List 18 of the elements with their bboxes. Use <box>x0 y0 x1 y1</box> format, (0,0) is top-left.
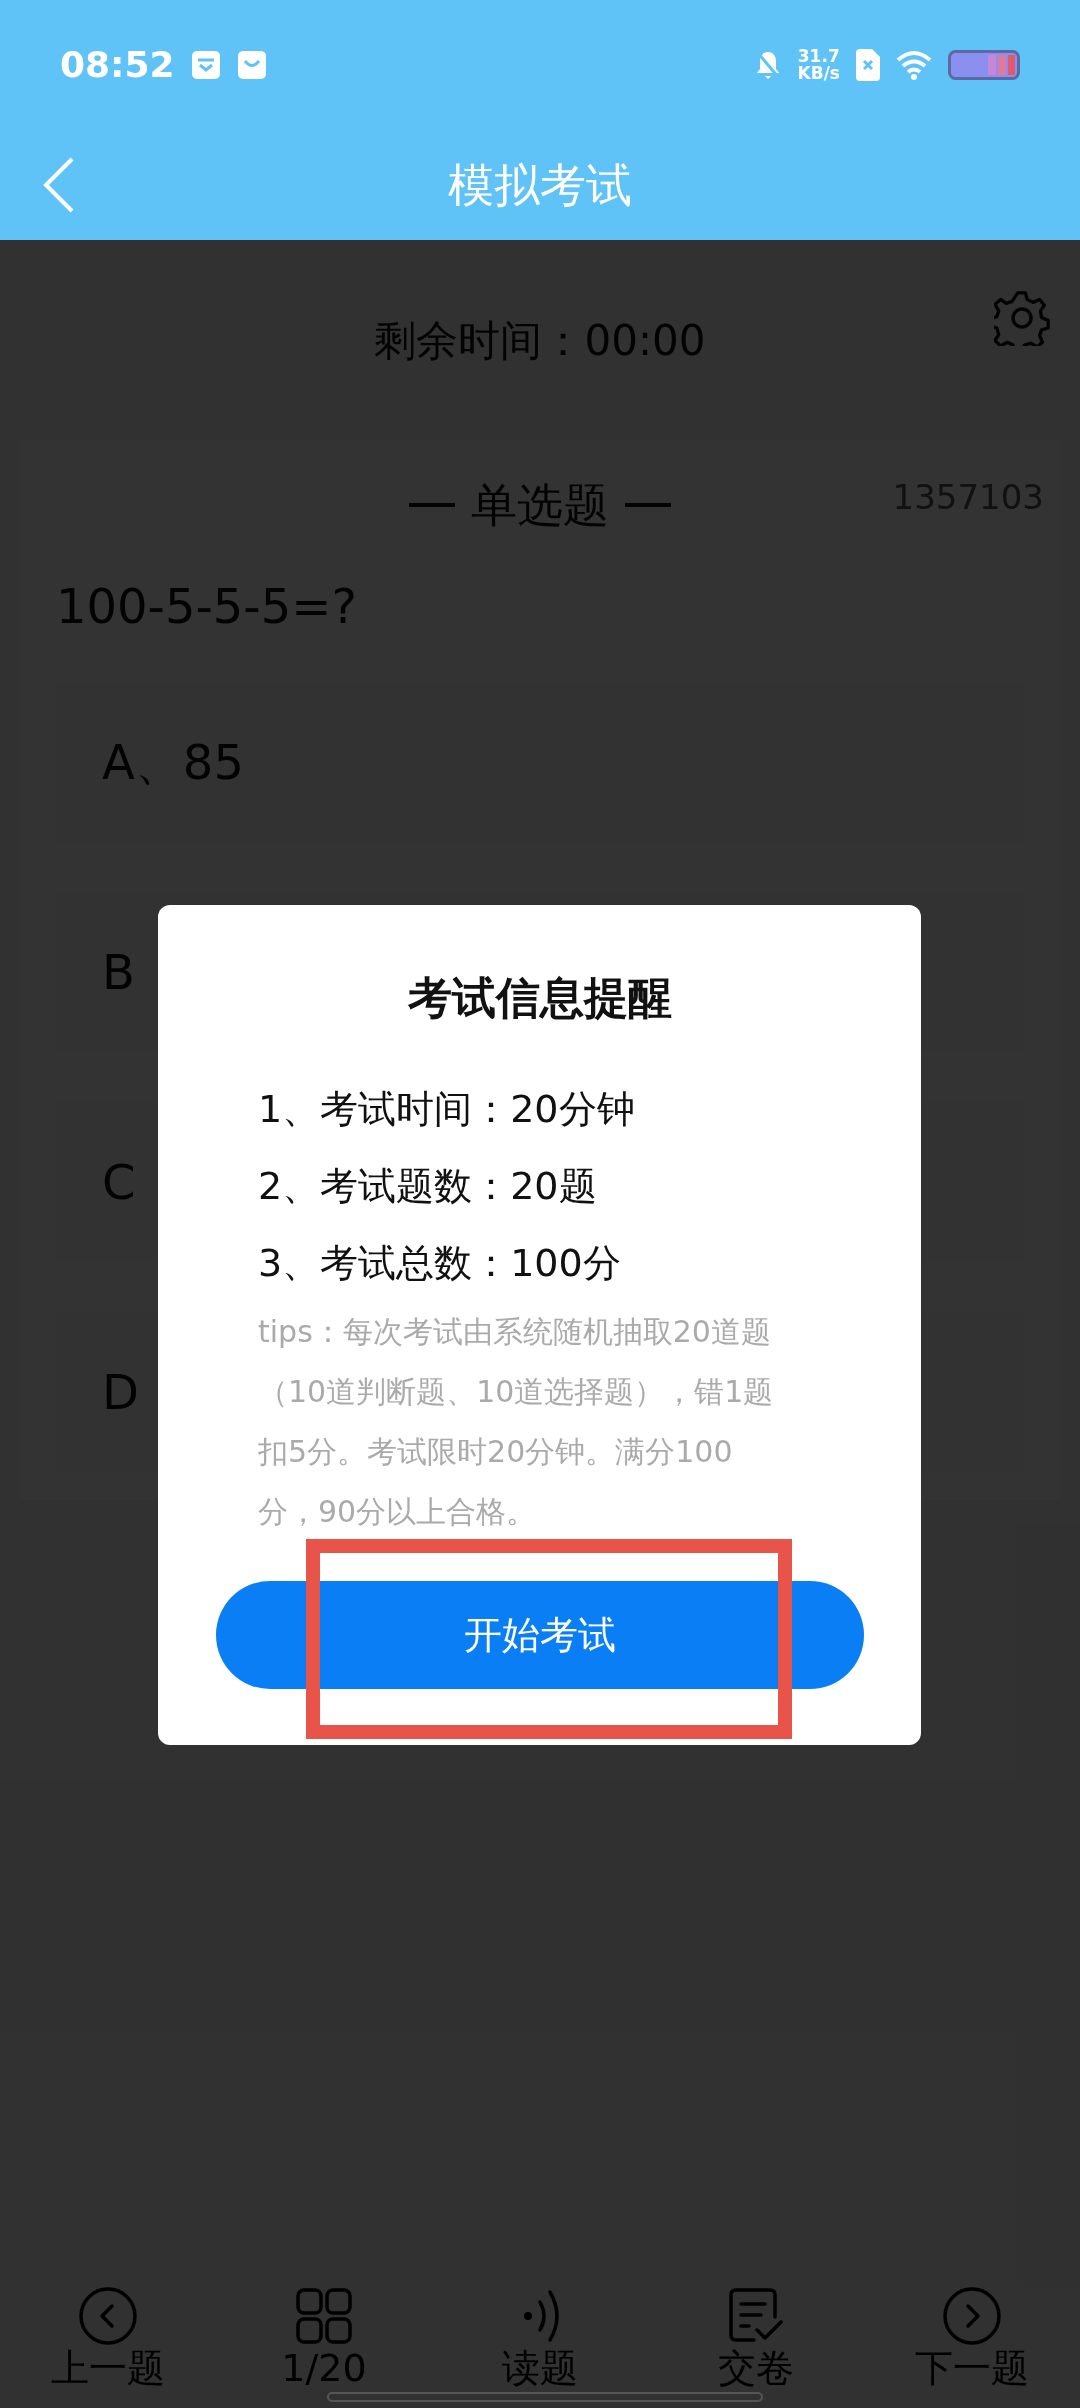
battery-icon <box>948 50 1020 80</box>
status-time: 08:52 <box>60 43 175 87</box>
sim-icon <box>856 49 880 81</box>
grid-icon <box>294 2286 354 2347</box>
notification-icon <box>236 50 267 80</box>
tips-text: tips：每次考试由系统随机抽取20道题（10道判断题、10道选择题），错1题扣5分。考试限时20分钟。满分100分，90分以上合格。 <box>257 1313 775 1531</box>
circle-left-icon <box>78 2286 138 2347</box>
notification-icon <box>190 50 221 80</box>
start-exam-button[interactable]: 开始考试 <box>216 1581 864 1689</box>
wifi-icon <box>896 50 932 80</box>
dialog-title: 考试信息提醒 <box>406 971 673 1025</box>
circle-right-icon <box>942 2286 1002 2347</box>
exam-info-item: 3、考试总数：100分 <box>257 1240 622 1287</box>
network-speed-unit: KB/s <box>797 65 840 82</box>
network-speed: 31.7 <box>797 48 840 65</box>
page-title: 模拟考试 <box>448 156 632 214</box>
exam-info-item: 1、考试时间：20分钟 <box>257 1086 636 1133</box>
exam-info-item: 2、考试题数：20题 <box>257 1163 598 1210</box>
